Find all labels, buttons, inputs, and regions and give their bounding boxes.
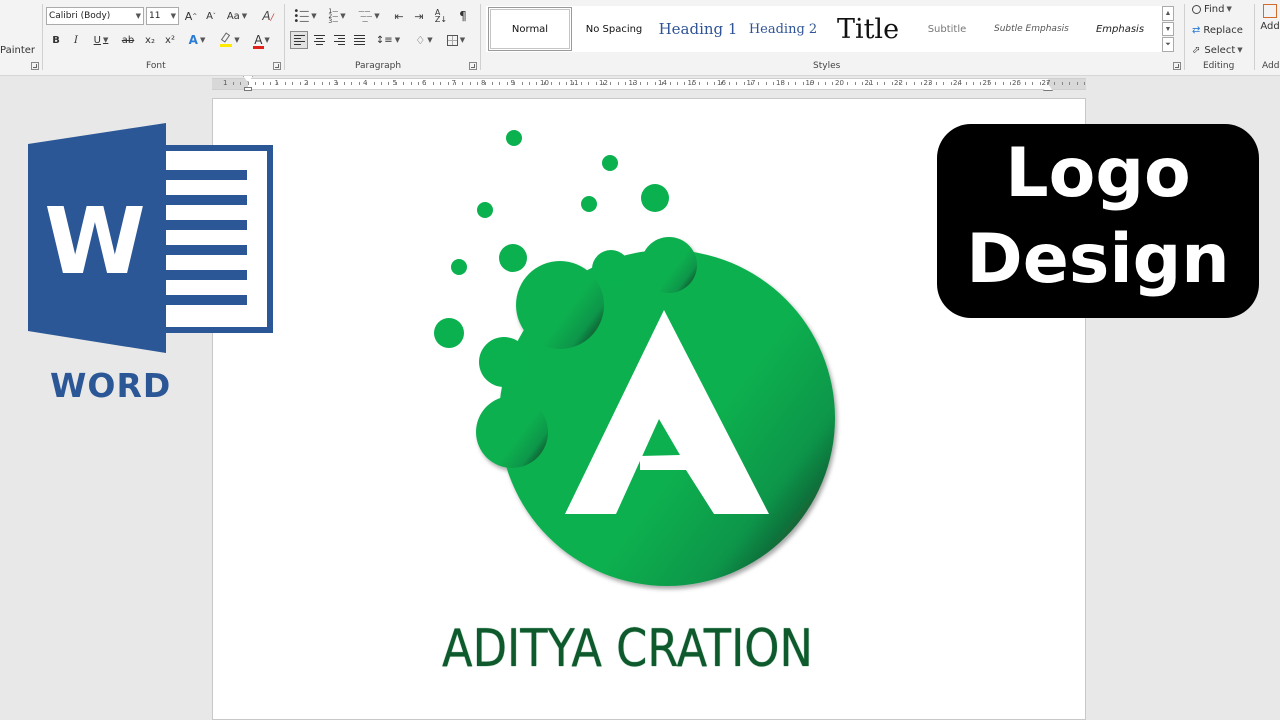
badge-line-2: Design bbox=[966, 220, 1230, 299]
brand-name[interactable]: ADITYA CRATION bbox=[442, 614, 826, 684]
logo-design-badge: Logo Design bbox=[937, 124, 1259, 318]
word-logo-icon: W bbox=[28, 123, 273, 353]
word-label: WORD bbox=[50, 366, 172, 405]
badge-line-1: Logo bbox=[1005, 134, 1191, 213]
word-icon-letter: W bbox=[44, 188, 145, 295]
